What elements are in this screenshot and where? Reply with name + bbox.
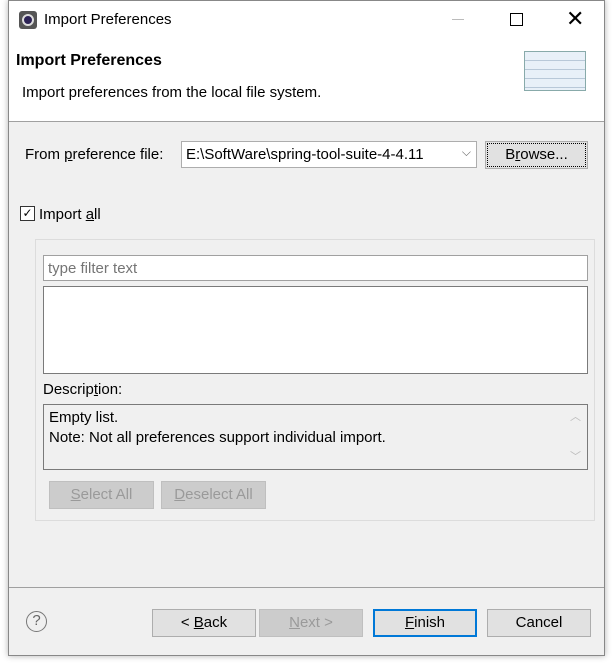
cancel-button[interactable]: Cancel bbox=[487, 609, 591, 637]
title-bar: Import Preferences ✕ bbox=[9, 1, 604, 39]
preference-file-value: E:\SoftWare\spring-tool-suite-4-4.11 bbox=[186, 146, 424, 163]
preference-file-label: From preference file: bbox=[25, 146, 164, 163]
page-subtitle: Import preferences from the local file s… bbox=[22, 84, 322, 101]
page-title: Import Preferences bbox=[16, 52, 162, 69]
scroll-up-icon[interactable]: ︿ bbox=[570, 407, 581, 427]
description-text[interactable]: Empty list. Note: Not all preferences su… bbox=[43, 404, 588, 470]
import-all-checkbox[interactable]: ✓ bbox=[20, 206, 35, 221]
minimize-button[interactable] bbox=[452, 19, 464, 20]
eclipse-app-icon bbox=[19, 11, 37, 29]
table-banner-icon bbox=[524, 51, 586, 91]
import-preferences-dialog: Import Preferences ✕ Import Preferences … bbox=[8, 0, 605, 656]
preferences-group: Description: Empty list. Note: Not all p… bbox=[35, 239, 595, 521]
wizard-header: Import Preferences Import preferences fr… bbox=[9, 39, 604, 122]
description-line: Empty list. bbox=[49, 409, 119, 426]
filter-input[interactable] bbox=[43, 255, 588, 281]
description-label: Description: bbox=[43, 381, 123, 398]
back-button[interactable]: < Back bbox=[152, 609, 256, 637]
maximize-button[interactable] bbox=[510, 13, 523, 26]
scroll-down-icon[interactable]: ﹀ bbox=[570, 447, 581, 467]
deselect-all-button[interactable]: Deselect All bbox=[161, 481, 266, 509]
description-line: Note: Not all preferences support indivi… bbox=[49, 429, 386, 446]
preferences-tree[interactable] bbox=[43, 286, 588, 374]
browse-button[interactable]: Browse... bbox=[485, 141, 588, 169]
close-button[interactable]: ✕ bbox=[566, 7, 584, 31]
import-all-label[interactable]: Import all bbox=[39, 206, 101, 223]
chevron-down-icon: ⌵ bbox=[461, 145, 471, 159]
help-icon[interactable]: ? bbox=[26, 611, 47, 632]
finish-button[interactable]: Finish bbox=[373, 609, 477, 637]
footer-separator bbox=[9, 587, 604, 588]
next-button[interactable]: Next > bbox=[259, 609, 363, 637]
window-title: Import Preferences bbox=[44, 11, 172, 28]
preference-file-combo[interactable]: E:\SoftWare\spring-tool-suite-4-4.11 ⌵ bbox=[181, 141, 477, 168]
select-all-button[interactable]: Select All bbox=[49, 481, 154, 509]
